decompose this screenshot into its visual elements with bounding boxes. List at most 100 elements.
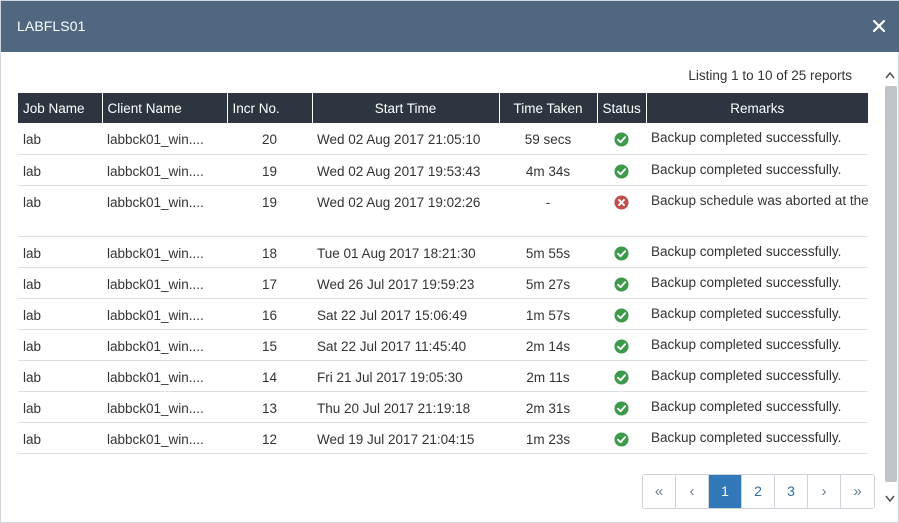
table-row[interactable]: lab labbck01_win.... 15 Sat 22 Jul 2017 11:… (18, 329, 868, 361)
table-row[interactable]: lab labbck01_win.... 19 Wed 02 Aug 2017 19:… (18, 185, 868, 237)
check-circle-icon (614, 132, 629, 147)
remarks-text: Backup schedule was aborted at the ... (651, 192, 868, 208)
remarks-text: Backup completed successfully. (651, 398, 842, 414)
cell-time-taken: 2m 11s (499, 360, 597, 392)
cell-incr-no: 18 (227, 236, 312, 268)
close-icon (872, 19, 886, 33)
table-row[interactable]: lab labbck01_win.... 13 Thu 20 Jul 2017 21:… (18, 391, 868, 423)
cell-job-name: lab (18, 391, 102, 423)
cell-client-name: labbck01_win.... (102, 123, 227, 155)
scroll-down-button[interactable] (883, 490, 897, 508)
cell-remarks: Backup completed successfully. (646, 236, 868, 268)
cell-job-name: lab (18, 267, 102, 299)
cell-incr-no: 20 (227, 123, 312, 155)
cell-status (597, 360, 646, 392)
column-header-client-name[interactable]: Client Name (102, 93, 228, 123)
cell-client-name: labbck01_win.... (102, 329, 227, 361)
cell-start-time: Thu 20 Jul 2017 21:19:18 (312, 391, 499, 423)
cell-job-name: lab (18, 185, 102, 237)
prev-page-button[interactable]: ‹ (676, 475, 709, 508)
cell-incr-no: 14 (227, 360, 312, 392)
remarks-text: Backup completed successfully. (651, 429, 842, 445)
cell-start-time: Wed 26 Jul 2017 19:59:23 (312, 267, 499, 299)
cell-status (597, 185, 646, 237)
cell-job-name: lab (18, 154, 102, 186)
cell-remarks: Backup schedule was aborted at the ... (646, 185, 868, 237)
check-circle-icon (614, 431, 629, 447)
cell-start-time: Fri 21 Jul 2017 19:05:30 (312, 360, 499, 392)
cell-time-taken: 5m 27s (499, 267, 597, 299)
cell-incr-no: 13 (227, 391, 312, 423)
check-circle-icon (614, 163, 629, 179)
cell-client-name: labbck01_win.... (102, 391, 227, 423)
column-header-job-name[interactable]: Job Name (18, 93, 103, 123)
cell-time-taken: 59 secs (499, 123, 597, 155)
cell-remarks: Backup completed successfully. (646, 422, 868, 454)
cell-client-name: labbck01_win.... (102, 236, 227, 268)
next-page-button[interactable]: › (808, 475, 841, 508)
cell-start-time: Wed 19 Jul 2017 21:04:15 (312, 422, 499, 454)
page-button-3[interactable]: 3 (775, 475, 808, 508)
remarks-text: Backup completed successfully. (651, 243, 842, 259)
cell-start-time: Wed 02 Aug 2017 21:05:10 (312, 123, 499, 155)
page-button-2[interactable]: 2 (742, 475, 775, 508)
cell-start-time: Wed 02 Aug 2017 19:02:26 (312, 185, 499, 237)
cell-start-time: Sat 22 Jul 2017 11:45:40 (312, 329, 499, 361)
cell-remarks: Backup completed successfully. (646, 360, 868, 392)
page-button-1[interactable]: 1 (709, 475, 742, 508)
cell-job-name: lab (18, 236, 102, 268)
cell-client-name: labbck01_win.... (102, 422, 227, 454)
cell-incr-no: 17 (227, 267, 312, 299)
chevron-down-icon (885, 495, 895, 503)
cell-client-name: labbck01_win.... (102, 154, 227, 186)
check-circle-icon (614, 338, 629, 354)
cell-client-name: labbck01_win.... (102, 360, 227, 392)
cell-remarks: Backup completed successfully. (646, 123, 868, 155)
cell-time-taken: 2m 31s (499, 391, 597, 423)
column-header-time-taken[interactable]: Time Taken (499, 93, 598, 123)
cell-remarks: Backup completed successfully. (646, 298, 868, 330)
table-row[interactable]: lab labbck01_win.... 14 Fri 21 Jul 2017 19:… (18, 360, 868, 392)
cell-client-name: labbck01_win.... (102, 298, 227, 330)
table-row[interactable]: lab labbck01_win.... 18 Tue 01 Aug 2017 18:… (18, 236, 868, 268)
cell-time-taken: 4m 34s (499, 154, 597, 186)
column-header-remarks[interactable]: Remarks (646, 93, 868, 123)
cell-time-taken: 1m 57s (499, 298, 597, 330)
table-row[interactable]: lab labbck01_win.... 17 Wed 26 Jul 2017 19:… (18, 267, 868, 299)
report-dialog: LABFLS01 Listing 1 to 10 of 25 reports J… (0, 0, 899, 523)
table-row[interactable]: lab labbck01_win.... 20 Wed 02 Aug 2017 21:… (18, 123, 868, 155)
table-row[interactable]: lab labbck01_win.... 19 Wed 02 Aug 2017 19:… (18, 154, 868, 186)
cell-job-name: lab (18, 123, 102, 155)
cell-client-name: labbck01_win.... (102, 185, 227, 237)
column-header-incr-no[interactable]: Incr No. (227, 93, 313, 123)
table-row[interactable]: lab labbck01_win.... 12 Wed 19 Jul 2017 21:… (18, 422, 868, 454)
cell-time-taken: - (499, 185, 597, 237)
dialog-header: LABFLS01 (1, 1, 899, 52)
cell-status (597, 267, 646, 299)
cell-incr-no: 12 (227, 422, 312, 454)
vertical-scrollbar[interactable] (883, 64, 897, 514)
remarks-text: Backup completed successfully. (651, 161, 842, 177)
remarks-text: Backup completed successfully. (651, 305, 842, 321)
remarks-text: Backup completed successfully. (651, 336, 842, 352)
cell-remarks: Backup completed successfully. (646, 329, 868, 361)
cell-incr-no: 15 (227, 329, 312, 361)
cell-status (597, 298, 646, 330)
table-row[interactable]: lab labbck01_win.... 16 Sat 22 Jul 2017 15:… (18, 298, 868, 330)
close-button[interactable] (868, 15, 890, 37)
table-header-row: Job Name Client Name Incr No. Start Time… (18, 93, 868, 123)
x-circle-icon (614, 194, 629, 210)
cell-job-name: lab (18, 422, 102, 454)
cell-incr-no: 19 (227, 185, 312, 237)
scroll-up-button[interactable] (883, 66, 897, 84)
scrollbar-thumb[interactable] (885, 86, 897, 482)
column-header-start-time[interactable]: Start Time (312, 93, 500, 123)
remarks-text: Backup completed successfully. (651, 274, 842, 290)
cell-client-name: labbck01_win.... (102, 267, 227, 299)
first-page-button[interactable]: « (643, 475, 676, 508)
cell-start-time: Wed 02 Aug 2017 19:53:43 (312, 154, 499, 186)
last-page-button[interactable]: » (841, 475, 874, 508)
cell-incr-no: 16 (227, 298, 312, 330)
column-header-status[interactable]: Status (597, 93, 647, 123)
cell-status (597, 422, 646, 454)
